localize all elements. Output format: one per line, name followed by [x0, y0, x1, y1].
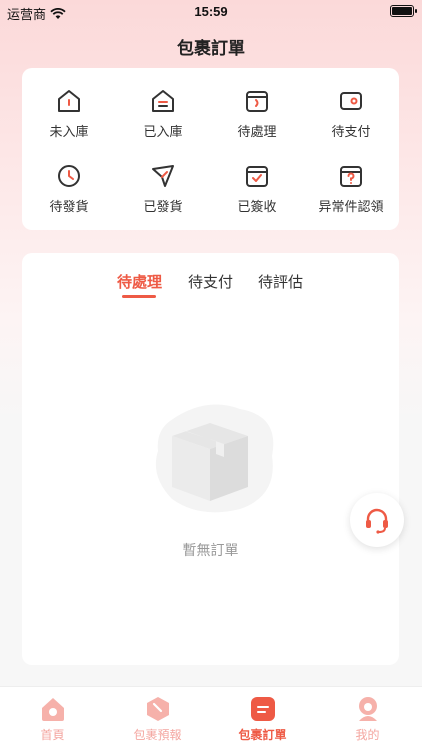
- orders-panel: 待處理 待支付 待評估 暫無訂單: [22, 253, 399, 665]
- nav-parcel-orders[interactable]: 包裹訂單: [210, 695, 315, 743]
- nav-label: 包裹預報: [133, 728, 182, 742]
- nav-parcel-forecast[interactable]: 包裹預報: [105, 695, 210, 743]
- tab-to-evaluate[interactable]: 待評估: [258, 271, 303, 292]
- status-stored[interactable]: 已入庫: [116, 88, 210, 140]
- empty-state-text: 暫無訂單: [182, 542, 239, 558]
- status-label: 已簽收: [237, 199, 277, 214]
- headset-icon: [366, 508, 388, 534]
- tab-pending[interactable]: 待處理: [117, 271, 162, 292]
- status-pending[interactable]: 待處理: [210, 88, 304, 140]
- clock-icon: [58, 165, 80, 187]
- status-exception-claim[interactable]: 异常件認領: [304, 163, 398, 215]
- nav-label: 包裹訂單: [238, 728, 287, 742]
- house-icon: [58, 90, 80, 112]
- battery-icon: [390, 5, 417, 17]
- clock: 15:59: [194, 4, 228, 19]
- status-signed[interactable]: 已簽收: [210, 163, 304, 215]
- nav-profile[interactable]: 我的: [315, 695, 420, 743]
- box-pending-icon: [246, 91, 268, 112]
- status-label: 异常件認領: [318, 199, 384, 214]
- empty-box-icon: [155, 404, 274, 513]
- status-label: 未入庫: [49, 124, 89, 139]
- customer-service-button[interactable]: [350, 493, 404, 547]
- page-title: 包裹訂單: [177, 39, 245, 58]
- nav-label: 我的: [355, 728, 380, 742]
- status-label: 待發貨: [49, 199, 89, 214]
- box-check-icon: [246, 166, 268, 187]
- status-label: 待支付: [331, 124, 371, 139]
- nav-label: 首頁: [40, 728, 65, 742]
- house-stored-icon: [152, 90, 174, 112]
- tab-to-pay[interactable]: 待支付: [188, 271, 233, 292]
- status-to-pay[interactable]: 待支付: [304, 88, 398, 140]
- wallet-icon: [340, 92, 362, 110]
- send-icon: [152, 165, 174, 187]
- bottom-tab-bar: 首頁 包裹預報 包裹訂單 我的: [0, 686, 422, 750]
- status-label: 已入庫: [143, 124, 183, 139]
- parcel-forecast-icon: [146, 697, 169, 721]
- status-not-stored[interactable]: 未入庫: [22, 88, 116, 140]
- parcel-orders-icon: [250, 697, 275, 721]
- order-tabs: 待處理 待支付 待評估: [22, 271, 399, 303]
- status-to-ship[interactable]: 待發貨: [22, 163, 116, 215]
- home-icon: [41, 698, 64, 721]
- active-tab-indicator: [122, 295, 156, 298]
- order-status-grid: 未入庫 已入庫 待處理 待支付 待發貨 已發貨 已簽收 异常件認領: [22, 68, 399, 230]
- status-bar: 运营商 15:59: [0, 0, 422, 24]
- status-label: 待處理: [237, 124, 277, 139]
- box-question-icon: [340, 166, 362, 187]
- nav-home[interactable]: 首頁: [0, 695, 105, 743]
- status-shipped[interactable]: 已發貨: [116, 163, 210, 215]
- status-label: 已發貨: [143, 199, 183, 214]
- profile-icon: [358, 697, 377, 721]
